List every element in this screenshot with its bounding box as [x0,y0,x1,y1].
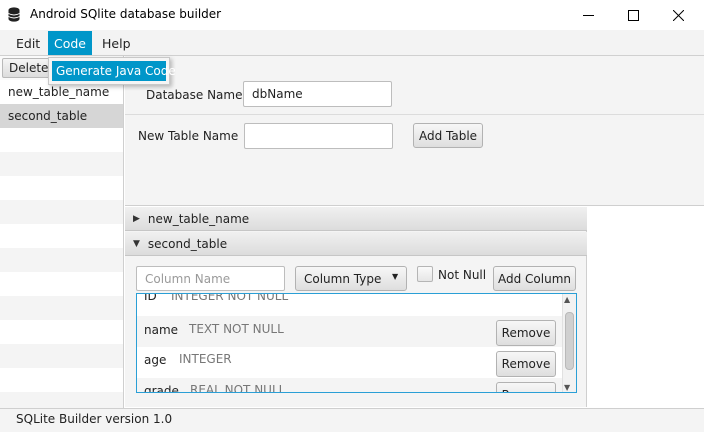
scroll-down-icon[interactable]: ▼ [564,383,570,392]
empty-list-row [0,392,123,408]
expand-arrow-icon: ▶ [133,213,140,224]
scroll-up-icon[interactable]: ▲ [564,295,570,304]
not-null-checkbox[interactable] [417,266,433,282]
column-row: name TEXT NOT NULL Remove [137,316,563,347]
column-name: name [144,323,179,337]
column-type: REAL NOT NULL [190,383,286,393]
accordion-pane-new-table-name[interactable]: ▶ new_table_name [125,207,587,231]
table-list: new_table_name second_table [0,56,124,408]
table-list-item-selected[interactable]: second_table [0,104,123,128]
empty-list-row [0,128,123,152]
new-table-name-label: New Table Name [138,129,239,143]
empty-list-row [0,176,123,200]
empty-list-row [0,344,123,368]
minimize-button[interactable] [565,0,611,30]
column-type: INTEGER [179,352,232,366]
close-icon [672,9,684,21]
collapse-arrow-icon: ▼ [133,238,140,249]
empty-list-row [0,368,123,392]
accordion-pane-second-table[interactable]: ▼ second_table [125,232,587,256]
menu-edit[interactable]: Edit [8,31,48,55]
remove-button[interactable]: Remove [496,351,556,377]
generate-java-code-item[interactable]: Generate Java Code [52,61,176,81]
menu-help[interactable]: Help [94,31,139,55]
database-name-field[interactable]: dbName [243,81,392,107]
database-name-label: Database Name [146,88,243,102]
column-type: INTEGER NOT NULL [171,293,289,303]
column-name-input[interactable]: Column Name [136,266,285,291]
empty-list-row [0,272,123,296]
dropdown-arrow-icon: ▼ [392,272,399,281]
empty-list-row [0,248,123,272]
empty-list-row [0,320,123,344]
empty-list-row [0,200,123,224]
column-name: grade [144,384,179,393]
new-table-name-field[interactable] [244,123,393,149]
empty-list-row [0,224,123,248]
add-table-button[interactable]: Add Table [413,123,483,148]
not-null-label: Not Null [438,268,487,282]
pane-title: new_table_name [147,211,250,226]
window-title: Android SQlite database builder [30,7,222,21]
remove-button[interactable]: Remove [496,320,556,346]
scroll-thumb[interactable] [565,312,574,370]
database-icon [8,7,20,22]
column-type-select[interactable]: Column Type ▼ [295,266,407,291]
code-menu-popup: Generate Java Code [48,57,176,85]
maximize-icon [627,9,639,21]
minimize-icon [582,14,594,16]
add-column-button[interactable]: Add Column [493,266,576,291]
remove-button[interactable]: Remove [496,382,556,392]
column-list: ID INTEGER NOT NULL name TEXT NOT NULL R… [136,293,577,393]
menu-code[interactable]: Code [48,31,92,55]
empty-list-row [0,152,123,176]
column-row: grade REAL NOT NULL Remove [137,378,563,393]
divider [125,114,704,115]
column-row: age INTEGER Remove [137,347,563,378]
column-name: ID [144,293,157,303]
status-text: SQLite Builder version 1.0 [16,412,173,426]
column-row: ID INTEGER NOT NULL [137,293,563,316]
pane-title: second_table [147,236,228,251]
column-type-label: Column Type [304,271,382,286]
column-type: TEXT NOT NULL [189,322,284,336]
column-name: age [144,353,167,367]
empty-list-row [0,296,123,320]
maximize-button[interactable] [610,0,656,30]
close-button[interactable] [655,0,701,30]
